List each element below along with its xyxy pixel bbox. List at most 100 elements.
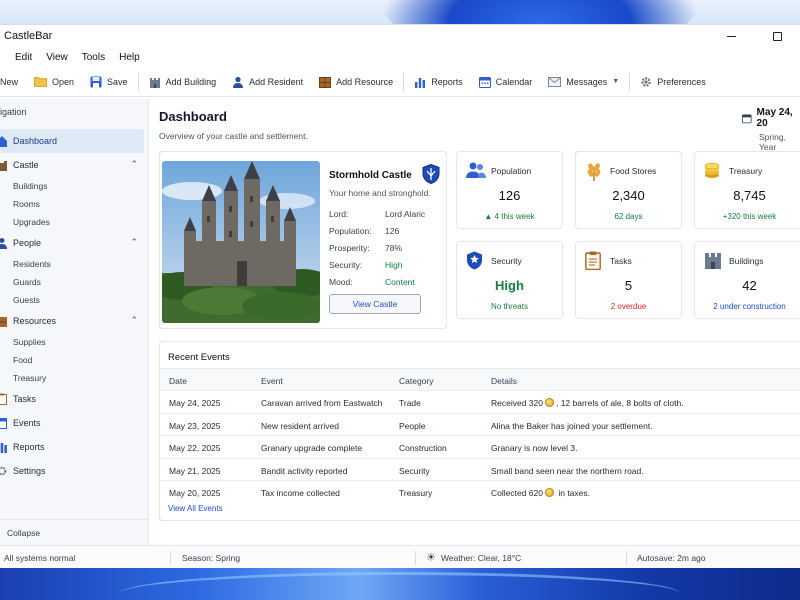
column-header-date[interactable]: Date <box>169 376 187 386</box>
sidebar-subitem-guards[interactable]: Guards <box>0 273 148 291</box>
chevron-up-icon[interactable]: ⌃ <box>130 159 138 170</box>
view-castle-button[interactable]: View Castle <box>329 294 421 314</box>
sidebar-item-tasks[interactable]: Tasks <box>0 387 148 411</box>
open-label: Open <box>52 76 75 87</box>
collapse-button[interactable]: Collapse <box>0 519 148 545</box>
stat-card-tasks[interactable]: Tasks 5 2 overdue <box>575 241 682 319</box>
sidebar-subitem-treasury[interactable]: Treasury <box>0 369 148 387</box>
column-header-category[interactable]: Category <box>399 376 434 386</box>
gear-icon <box>0 466 7 476</box>
sidebar-item-label: Castle <box>13 160 39 170</box>
castle-name: Stormhold Castle <box>329 170 412 181</box>
event-details: Collected 620 in taxes. <box>491 488 591 498</box>
view-all-events-link[interactable]: View All Events <box>168 504 223 513</box>
add-building-button[interactable]: Add Building <box>141 67 225 97</box>
table-row[interactable]: May 22, 2025 Granary upgrade complete Co… <box>160 435 800 458</box>
sidebar-subitem-guests[interactable]: Guests <box>0 291 148 309</box>
open-button[interactable]: Open <box>26 67 82 97</box>
minimize-button[interactable] <box>708 25 754 47</box>
sidebar-item-settings[interactable]: Settings <box>0 459 148 483</box>
page-subtitle: Overview of your castle and settlement. <box>159 131 308 141</box>
gear-icon <box>641 76 651 87</box>
chevron-up-icon[interactable]: ⌃ <box>130 315 138 326</box>
sidebar-subitem-supplies[interactable]: Supplies <box>0 333 148 351</box>
event-category: Treasury <box>399 488 433 498</box>
toolbar: New Open Save Add Building Add Resident … <box>0 67 800 97</box>
castle-image <box>162 161 320 323</box>
clipboard-icon <box>585 251 601 270</box>
maximize-button[interactable] <box>754 25 800 47</box>
add-resident-button[interactable]: Add Resident <box>224 67 311 97</box>
new-label: New <box>0 76 19 87</box>
bar-chart-icon <box>0 443 7 453</box>
castle-icon <box>705 253 721 269</box>
stat-label: Treasury <box>729 166 763 176</box>
sidebar-item-label: Resources <box>13 316 57 326</box>
menu-view[interactable]: View <box>39 52 75 63</box>
castle-card: Stormhold Castle Your home and stronghol… <box>159 151 447 329</box>
sidebar-subitem-rooms[interactable]: Rooms <box>0 195 148 213</box>
events-table: Date Event Category Details May 24, 2025… <box>160 368 800 503</box>
toolbar-divider <box>403 72 405 91</box>
sidebar-subitem-residents[interactable]: Residents <box>0 255 148 273</box>
sidebar-subitem-upgrades[interactable]: Upgrades <box>0 213 148 231</box>
sidebar-item-dashboard[interactable]: Dashboard <box>0 129 144 153</box>
menu-edit[interactable]: Edit <box>8 52 39 63</box>
column-header-event[interactable]: Event <box>261 376 283 386</box>
table-row[interactable]: May 20, 2025 Tax income collected Treasu… <box>160 480 800 503</box>
stat-label: Population <box>491 166 532 176</box>
current-season: Spring, Year <box>759 132 786 152</box>
new-button[interactable]: New <box>0 67 26 97</box>
event-date: May 22, 2025 <box>169 443 221 453</box>
menu-help[interactable]: Help <box>112 52 147 63</box>
sidebar-item-castle[interactable]: Castle ⌃ <box>0 153 148 177</box>
event-date: May 24, 2025 <box>169 398 221 408</box>
sidebar-item-people[interactable]: People ⌃ <box>0 231 148 255</box>
dashboard-content: Dashboard Overview of your castle and se… <box>149 99 800 545</box>
table-row[interactable]: May 23, 2025 New resident arrived People… <box>160 412 800 436</box>
column-header-details[interactable]: Details <box>491 376 517 386</box>
status-divider <box>170 551 171 565</box>
sidebar-item-events[interactable]: Events <box>0 411 148 435</box>
stat-card-treasury[interactable]: Treasury 8,745 +320 this week <box>694 151 800 229</box>
sidebar-title: igation <box>0 107 27 117</box>
sidebar-subitem-buildings[interactable]: Buildings <box>0 177 148 195</box>
save-button[interactable]: Save <box>82 67 136 97</box>
app-window: CastleBar Edit View Tools Help New Open … <box>0 24 800 569</box>
table-row[interactable]: May 24, 2025 Caravan arrived from Eastwa… <box>160 390 800 413</box>
status-autosave: Autosave: 2m ago <box>637 553 706 563</box>
status-divider <box>626 551 627 565</box>
messages-button[interactable]: Messages ▼ <box>540 67 627 97</box>
stat-card-food-stores[interactable]: Food Stores 2,340 62 days <box>575 151 682 229</box>
field-label: Prosperity: <box>329 243 370 253</box>
stat-card-security[interactable]: Security High No threats <box>456 241 563 319</box>
stat-label: Buildings <box>729 256 764 266</box>
shield-icon <box>467 251 482 270</box>
chevron-up-icon[interactable]: ⌃ <box>130 237 138 248</box>
stat-value: 5 <box>624 278 633 293</box>
add-building-label: Add Building <box>165 76 217 87</box>
stat-value: 8,745 <box>733 188 766 203</box>
preferences-button[interactable]: Preferences <box>632 67 714 97</box>
sidebar-item-resources[interactable]: Resources ⌃ <box>0 309 148 333</box>
sidebar-item-reports[interactable]: Reports <box>0 435 148 459</box>
sidebar-subitem-food[interactable]: Food <box>0 351 148 369</box>
castle-field-security: Security: High <box>329 260 449 270</box>
reports-button[interactable]: Reports <box>406 67 471 97</box>
calendar-button[interactable]: Calendar <box>471 67 541 97</box>
title-bar: CastleBar <box>0 25 800 47</box>
add-resource-button[interactable]: Add Resource <box>311 67 401 97</box>
calendar-icon <box>478 76 491 88</box>
event-date: May 23, 2025 <box>169 420 221 431</box>
stat-card-population[interactable]: Population 126 ▲ 4 this week <box>456 151 563 229</box>
field-value: Lord Alaric <box>385 209 426 219</box>
field-label: Mood: <box>329 277 353 287</box>
people-icon <box>466 162 486 178</box>
minimize-icon <box>726 35 736 37</box>
coin-icon <box>544 398 554 407</box>
menu-tools[interactable]: Tools <box>75 52 112 63</box>
event-details: Alina the Baker has joined your settleme… <box>491 420 653 431</box>
stat-card-buildings[interactable]: Buildings 42 2 under construction <box>694 241 800 319</box>
recent-events-title: Recent Events <box>168 352 230 363</box>
table-row[interactable]: May 21, 2025 Bandit activity reported Se… <box>160 457 800 481</box>
